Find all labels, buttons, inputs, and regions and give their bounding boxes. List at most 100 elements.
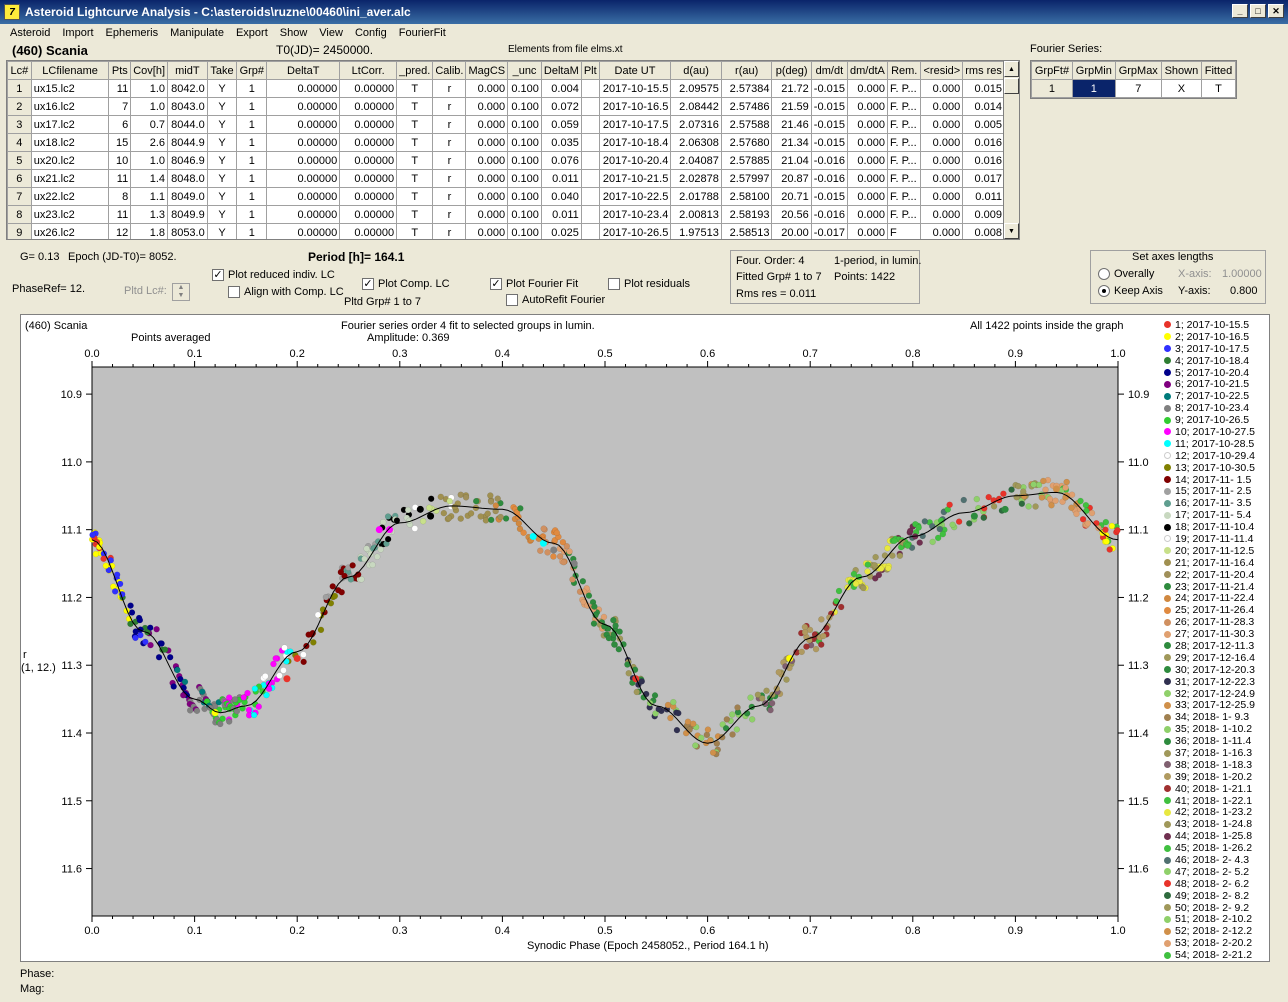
- table-row[interactable]: 4 ux18.lc2 15 2.6 8044.9 Y 1 0.00000 0.00000 Tr 0.…: [7, 133, 1005, 152]
- table-cell[interactable]: 3: [7, 115, 32, 134]
- table-row[interactable]: 6 ux21.lc2 11 1.4 8048.0 Y 1 0.00000 0.00000 Tr 0.…: [7, 169, 1005, 188]
- table-row[interactable]: 8 ux23.lc2 11 1.3 8049.9 Y 1 0.00000 0.00000 Tr 0.…: [7, 205, 1005, 224]
- table-cell[interactable]: 1: [7, 79, 32, 98]
- data-point: [361, 555, 368, 563]
- col-header[interactable]: _unc: [507, 61, 542, 80]
- col-header[interactable]: <resid>: [920, 61, 964, 80]
- lightcurve-plot[interactable]: 0.0 0.0 0.1 0.1 0.2 0.2 0.3 0.3 0.4 0.4 0.5 0.5 0.6 0…: [21, 315, 1271, 963]
- grpft-cell[interactable]: 1: [1031, 79, 1073, 98]
- col-grpmax: GrpMax: [1114, 61, 1162, 80]
- plot-residuals-checkbox[interactable]: Plot residuals: [608, 278, 690, 291]
- yaxis-value[interactable]: 0.800: [1230, 285, 1258, 297]
- col-header[interactable]: r(au): [720, 61, 773, 80]
- col-header[interactable]: Cov[h]: [130, 61, 169, 80]
- col-header[interactable]: DeltaT: [266, 61, 341, 80]
- col-header[interactable]: rms res: [962, 61, 1005, 80]
- legend-dot-icon: [1164, 321, 1171, 329]
- keep-axis-radio[interactable]: Keep Axis: [1098, 285, 1163, 298]
- menu-export[interactable]: Export: [230, 27, 274, 39]
- table-cell[interactable]: 2: [7, 97, 32, 116]
- legend-dot-icon: [1164, 476, 1171, 484]
- col-header[interactable]: Date UT: [598, 61, 672, 80]
- table-row[interactable]: 5 ux20.lc2 10 1.0 8046.9 Y 1 0.00000 0.00000 Tr 0.…: [7, 151, 1005, 170]
- plot-fourier-checkbox[interactable]: ✓ Plot Fourier Fit: [490, 278, 578, 291]
- menu-config[interactable]: Config: [349, 27, 393, 39]
- radio-on-icon: [1098, 285, 1110, 298]
- menu-manipulate[interactable]: Manipulate: [164, 27, 230, 39]
- scroll-up-icon[interactable]: ▲: [1004, 61, 1019, 77]
- col-header[interactable]: Plt: [580, 61, 600, 80]
- col-header[interactable]: Pts: [108, 61, 132, 80]
- grpmax-cell[interactable]: 7: [1114, 79, 1162, 98]
- close-button[interactable]: ✕: [1268, 4, 1284, 18]
- col-header[interactable]: Grp#: [236, 61, 268, 80]
- table-cell[interactable]: 8: [7, 205, 32, 224]
- table-cell: 2.58513: [720, 223, 773, 239]
- table-row[interactable]: 1 ux15.lc2 11 1.0 8042.0 Y 1 0.00000 0.00000 Tr 0.…: [7, 79, 1005, 98]
- data-point: [225, 718, 233, 725]
- col-header[interactable]: DeltaM: [540, 61, 582, 80]
- menu-ephemeris[interactable]: Ephemeris: [100, 27, 165, 39]
- scroll-down-icon[interactable]: ▼: [1004, 223, 1019, 239]
- menu-asteroid[interactable]: Asteroid: [4, 27, 56, 39]
- table-cell[interactable]: 9: [7, 223, 32, 239]
- col-header[interactable]: _pred.: [396, 61, 434, 80]
- table-row[interactable]: 7 ux22.lc2 8 1.1 8049.0 Y 1 0.00000 0.00000 Tr 0.0…: [7, 187, 1005, 206]
- grpmin-cell[interactable]: 1: [1071, 79, 1116, 98]
- legend-label: 32; 2017-12-24.9: [1175, 687, 1255, 700]
- x-tick-label-top: 0.3: [392, 348, 407, 360]
- data-point: [281, 644, 288, 651]
- data-point: [338, 588, 345, 596]
- data-point: [166, 653, 174, 661]
- overally-radio[interactable]: Overally: [1098, 268, 1154, 281]
- col-header[interactable]: Take: [206, 61, 238, 80]
- table-cell: F. P...: [886, 169, 922, 188]
- plot-panel[interactable]: 0.0 0.0 0.1 0.1 0.2 0.2 0.3 0.3 0.4 0.4 0.5 0.5 0.6 0…: [20, 314, 1270, 962]
- minimize-button[interactable]: _: [1232, 4, 1248, 18]
- table-cell: ux22.lc2: [30, 187, 110, 206]
- table-row[interactable]: 2 ux16.lc2 7 1.0 8043.0 Y 1 0.00000 0.00000 Tr 0.0…: [7, 97, 1005, 116]
- legend-label: 39; 2018- 1-20.2: [1175, 770, 1253, 783]
- table-cell[interactable]: 4: [7, 133, 32, 152]
- menu-fourierfit[interactable]: FourierFit: [393, 27, 452, 39]
- col-header[interactable]: p(deg): [771, 61, 812, 80]
- col-header[interactable]: Rem.: [886, 61, 922, 80]
- plot-reduced-checkbox[interactable]: ✓ Plot reduced indiv. LC: [212, 269, 335, 282]
- scroll-thumb[interactable]: [1004, 78, 1019, 94]
- menu-import[interactable]: Import: [56, 27, 99, 39]
- window-title: Asteroid Lightcurve Analysis - C:\astero…: [25, 5, 411, 19]
- amplitude-label: Amplitude: 0.369: [367, 332, 450, 344]
- table-cell: 0.100: [507, 223, 542, 239]
- maximize-button[interactable]: □: [1250, 4, 1266, 18]
- shown-cell[interactable]: X: [1160, 79, 1203, 98]
- col-header[interactable]: Lc#: [7, 61, 32, 80]
- table-cell: 0.00000: [339, 151, 398, 170]
- menu-show[interactable]: Show: [274, 27, 314, 39]
- table-cell[interactable]: 6: [7, 169, 32, 188]
- legend-dot-icon: [1164, 535, 1171, 543]
- col-header[interactable]: midT: [167, 61, 208, 80]
- table-cell[interactable]: 5: [7, 151, 32, 170]
- align-comp-checkbox[interactable]: Align with Comp. LC: [228, 286, 344, 299]
- table-row[interactable]: 3 ux17.lc2 6 0.7 8044.0 Y 1 0.00000 0.00000 Tr 0.0…: [7, 115, 1005, 134]
- table-scrollbar[interactable]: ▲ ▼: [1003, 61, 1019, 239]
- menu-view[interactable]: View: [313, 27, 349, 39]
- table-cell: 0.100: [507, 151, 542, 170]
- fitted-cell[interactable]: T: [1201, 79, 1236, 98]
- col-header[interactable]: d(au): [670, 61, 722, 80]
- data-point: [517, 505, 524, 512]
- col-header[interactable]: Calib.: [432, 61, 467, 80]
- table-cell[interactable]: 7: [7, 187, 32, 206]
- plot-comp-checkbox[interactable]: ✓ Plot Comp. LC: [362, 278, 450, 291]
- legend-label: 38; 2018- 1-18.3: [1175, 758, 1253, 771]
- col-header[interactable]: dm/dt: [810, 61, 848, 80]
- data-point: [885, 564, 892, 572]
- col-header[interactable]: LtCorr.: [339, 61, 398, 80]
- col-header[interactable]: LCfilename: [30, 61, 110, 80]
- autorefit-checkbox[interactable]: AutoRefit Fourier: [506, 294, 605, 307]
- table-row[interactable]: 9 ux26.lc2 12 1.8 8053.0 Y 1 0.00000 0.00000 Tr 0.…: [7, 223, 1005, 239]
- col-header[interactable]: MagCS: [465, 61, 509, 80]
- col-header[interactable]: dm/dtA: [846, 61, 888, 80]
- pltd-lc-spinner[interactable]: ▲ ▼: [172, 283, 190, 301]
- data-point: [305, 631, 312, 638]
